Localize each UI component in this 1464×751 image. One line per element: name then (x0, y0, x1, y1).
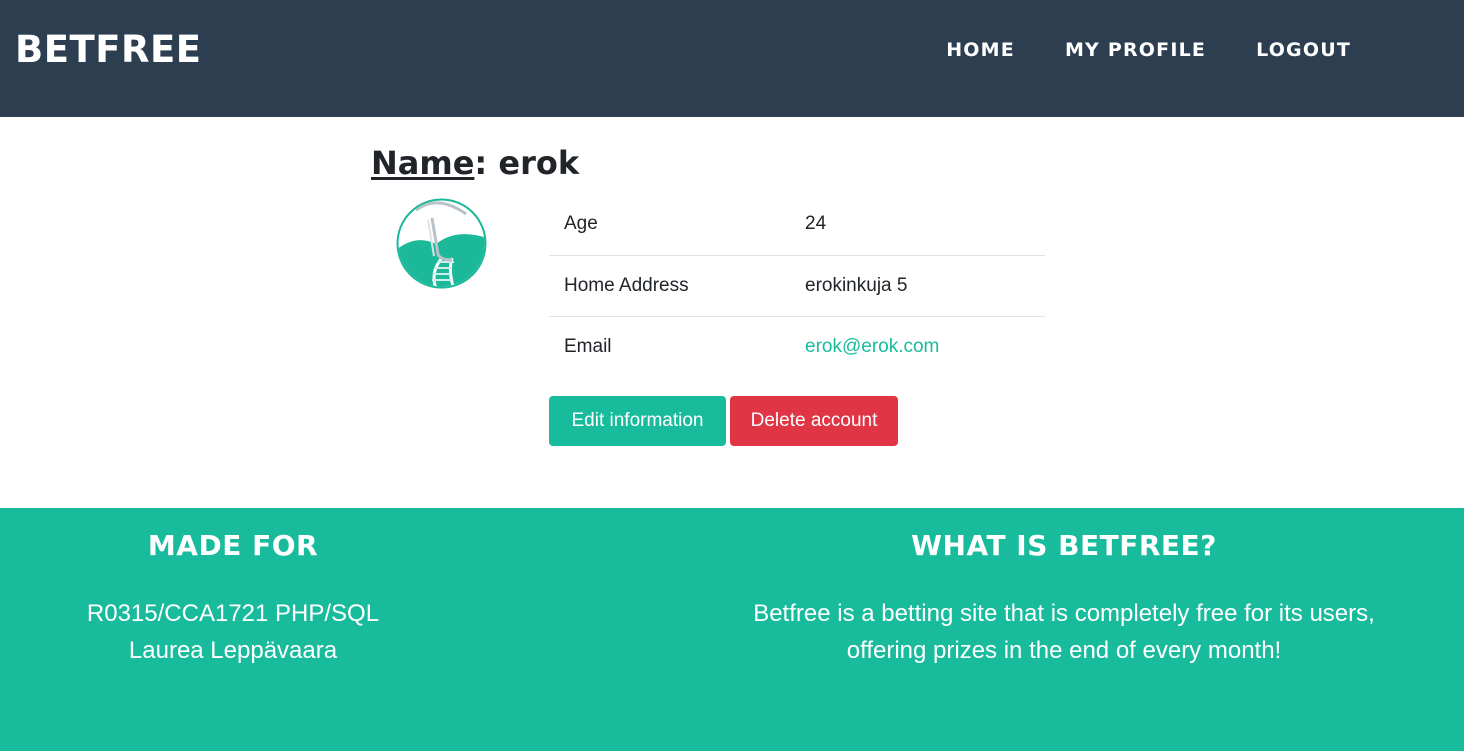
name-separator: : (474, 144, 488, 182)
nav-home-link[interactable]: HOME (921, 38, 1040, 62)
email-cell: erok@erok.com (790, 315, 1045, 377)
footer-about: WHAT IS BETFREE? Betfree is a betting si… (664, 528, 1464, 669)
footer: MADE FOR R0315/CCA1721 PHP/SQL Laurea Le… (0, 508, 1464, 751)
profile-info-table: Age 24 Home Address erokinkuja 5 Email e… (549, 194, 1045, 377)
footer-about-text: Betfree is a betting site that is comple… (664, 595, 1464, 669)
username: erok (498, 144, 580, 182)
footer-about-line-1: Betfree is a betting site that is comple… (753, 600, 1375, 627)
delete-account-button[interactable]: Delete account (730, 396, 898, 446)
table-row: Home Address erokinkuja 5 (549, 254, 1045, 316)
home-address-label: Home Address (549, 254, 790, 316)
age-label: Age (564, 213, 598, 235)
footer-campus-line: Laurea Leppävaara (128, 637, 338, 664)
age-value: 24 (805, 213, 827, 235)
nav-logout-link[interactable]: LOGOUT (1231, 38, 1376, 62)
email-link[interactable]: erok@erok.com (805, 336, 939, 357)
nav-links: HOME MY PROFILE LOGOUT (921, 38, 1376, 62)
home-address-value: erokinkuja 5 (790, 254, 1045, 316)
nav-my-profile-link[interactable]: MY PROFILE (1040, 38, 1231, 62)
footer-made-for: MADE FOR R0315/CCA1721 PHP/SQL Laurea Le… (0, 528, 466, 669)
table-row: Age 24 (549, 194, 1045, 255)
brand-logo[interactable]: BETFREE (15, 28, 202, 71)
navbar: BETFREE HOME MY PROFILE LOGOUT (0, 0, 1464, 117)
table-row: Email erok@erok.com (549, 315, 1045, 377)
footer-made-for-heading: MADE FOR (147, 529, 319, 562)
email-label: Email (549, 315, 790, 377)
footer-about-line-2: offering prizes in the end of every mont… (846, 637, 1282, 664)
name-label: Name (371, 144, 475, 182)
footer-course-line: R0315/CCA1721 PHP/SQL (86, 600, 380, 627)
footer-made-for-text: R0315/CCA1721 PHP/SQL Laurea Leppävaara (0, 595, 466, 669)
edit-information-button[interactable]: Edit information (549, 396, 726, 446)
page-title: Name: erok (371, 143, 579, 183)
railway-track-logo-icon (396, 198, 487, 289)
avatar (396, 198, 487, 289)
footer-about-heading: WHAT IS BETFREE? (911, 529, 1217, 562)
